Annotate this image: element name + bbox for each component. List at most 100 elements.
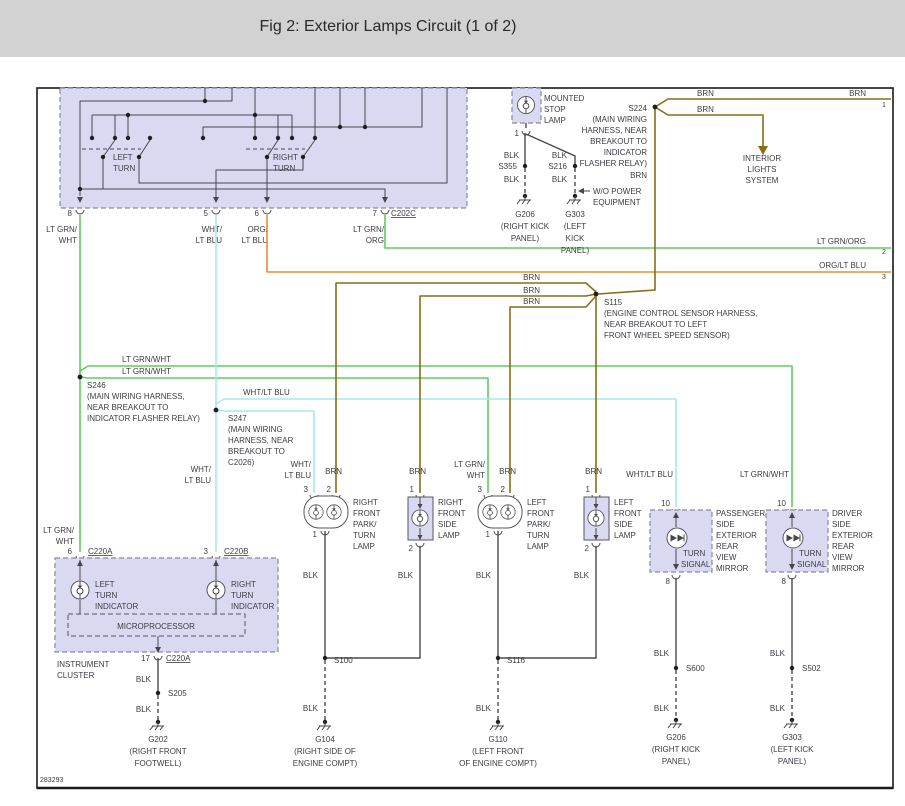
svg-text:S116: S116: [507, 656, 526, 665]
svg-text:OF ENGINE COMPT): OF ENGINE COMPT): [459, 759, 537, 768]
svg-text:ORG/: ORG/: [248, 225, 269, 234]
svg-text:BRN: BRN: [325, 467, 342, 476]
svg-text:EXTERIOR: EXTERIOR: [716, 531, 757, 540]
svg-text:BLK: BLK: [303, 571, 319, 580]
microprocessor-label: MICROPROCESSOR: [117, 622, 195, 631]
svg-text:HARNESS, NEAR: HARNESS, NEAR: [228, 436, 294, 445]
svg-text:S502: S502: [802, 664, 821, 673]
splice-s355-dot: [522, 163, 528, 169]
svg-text:LT GRN/WHT: LT GRN/WHT: [122, 355, 171, 364]
svg-text:BLK: BLK: [398, 571, 414, 580]
svg-text:SIDE: SIDE: [438, 520, 457, 529]
svg-text:BLK: BLK: [654, 704, 670, 713]
svg-text:1: 1: [586, 485, 591, 494]
wiring-diagram-page: Fig 2: Exterior Lamps Circuit (1 of 2) 2…: [0, 0, 905, 806]
svg-text:G202: G202: [148, 735, 168, 744]
svg-text:BRN: BRN: [585, 467, 602, 476]
svg-text:LAMP: LAMP: [527, 542, 549, 551]
svg-text:SIDE: SIDE: [832, 520, 851, 529]
edge-references: BRN BRN BRN 1 LT GRN/ORG 2 ORG/LT BLU 3: [697, 89, 886, 281]
svg-text:LAMP: LAMP: [353, 542, 375, 551]
svg-text:8: 8: [782, 577, 787, 586]
svg-text:TURN: TURN: [527, 531, 549, 540]
svg-text:WHT: WHT: [467, 471, 485, 480]
svg-text:STOP: STOP: [544, 105, 566, 114]
svg-text:2: 2: [409, 544, 414, 553]
svg-text:SIGNAL: SIGNAL: [681, 560, 711, 569]
svg-text:HARNESS, NEAR: HARNESS, NEAR: [582, 126, 648, 135]
svg-text:TURN: TURN: [95, 591, 117, 600]
svg-text:SIDE: SIDE: [614, 520, 633, 529]
svg-text:S246: S246: [87, 381, 106, 390]
svg-text:BLK: BLK: [136, 705, 152, 714]
svg-text:(MAIN WIRING HARNESS,: (MAIN WIRING HARNESS,: [87, 392, 185, 401]
svg-text:TURN: TURN: [683, 549, 705, 558]
edge-ref-3: 3: [882, 274, 886, 281]
svg-text:INDICATOR: INDICATOR: [604, 148, 647, 157]
pin-5: 5: [204, 209, 209, 218]
svg-text:BLK: BLK: [136, 675, 152, 684]
doc-number: 283293: [40, 777, 63, 784]
svg-text:INTERIOR: INTERIOR: [743, 154, 781, 163]
stop-lamp: MOUNTED STOP LAMP 1 BLK BLK S355 S216 BL…: [498, 87, 642, 255]
svg-text:LT GRN/: LT GRN/: [454, 460, 486, 469]
svg-text:(LEFT FRONT: (LEFT FRONT: [472, 747, 524, 756]
svg-text:VIEW: VIEW: [832, 553, 853, 562]
svg-text:3: 3: [304, 485, 309, 494]
svg-text:PANEL): PANEL): [778, 757, 807, 766]
svg-text:8: 8: [666, 577, 671, 586]
svg-text:S100: S100: [334, 656, 353, 665]
svg-text:FRONT: FRONT: [438, 509, 466, 518]
svg-text:BRN: BRN: [630, 171, 647, 180]
svg-text:BLK: BLK: [552, 151, 568, 160]
svg-text:LT GRN/: LT GRN/: [353, 225, 385, 234]
svg-text:PARK/: PARK/: [527, 520, 551, 529]
svg-text:17: 17: [141, 654, 150, 663]
pin-7: 7: [373, 209, 378, 218]
svg-text:BLK: BLK: [574, 571, 590, 580]
svg-text:WHT/LT BLU: WHT/LT BLU: [626, 470, 673, 479]
svg-text:(RIGHT KICK: (RIGHT KICK: [652, 745, 701, 754]
svg-text:C2026): C2026): [228, 458, 255, 467]
svg-text:FRONT: FRONT: [614, 509, 642, 518]
cluster-name: INSTRUMENT: [57, 660, 110, 669]
svg-text:BRN: BRN: [409, 467, 426, 476]
connector-c220a: C220A: [88, 547, 113, 556]
svg-text:BRN: BRN: [523, 273, 540, 282]
svg-text:KICK: KICK: [566, 234, 585, 243]
svg-text:INDICATOR: INDICATOR: [231, 602, 274, 611]
page-title: Fig 2: Exterior Lamps Circuit (1 of 2): [260, 18, 517, 35]
ground-symbol: [516, 193, 532, 205]
svg-text:6: 6: [68, 547, 73, 556]
svg-text:NEAR BREAKOUT TO LEFT: NEAR BREAKOUT TO LEFT: [604, 320, 707, 329]
svg-text:10: 10: [661, 499, 670, 508]
svg-text:LT GRN/WHT: LT GRN/WHT: [122, 367, 171, 376]
svg-text:VIEW: VIEW: [716, 553, 737, 562]
edge-wire-3: ORG/LT BLU: [819, 261, 866, 270]
svg-text:LAMP: LAMP: [544, 116, 566, 125]
svg-text:CLUSTER: CLUSTER: [57, 671, 95, 680]
svg-text:INDICATOR: INDICATOR: [95, 602, 138, 611]
svg-text:LEFT: LEFT: [95, 580, 115, 589]
splice-s247: WHT/LT BLU S247 (MAIN WIRING HARNESS, NE…: [185, 388, 294, 485]
svg-text:FRONT WHEEL SPEED SENSOR): FRONT WHEEL SPEED SENSOR): [604, 331, 730, 340]
svg-text:ENGINE COMPT): ENGINE COMPT): [293, 759, 358, 768]
svg-text:RIGHT: RIGHT: [353, 498, 378, 507]
svg-text:(ENGINE CONTROL SENSOR HARNESS: (ENGINE CONTROL SENSOR HARNESS,: [604, 309, 758, 318]
svg-text:REAR: REAR: [832, 542, 854, 551]
svg-text:WHT/: WHT/: [191, 465, 212, 474]
svg-text:LT BLU: LT BLU: [285, 471, 312, 480]
splice-s355: S355: [498, 162, 517, 171]
splice-s216: S216: [548, 162, 567, 171]
svg-text:BLK: BLK: [504, 175, 520, 184]
svg-text:(LEFT KICK: (LEFT KICK: [771, 745, 815, 754]
svg-text:LEFT: LEFT: [527, 498, 547, 507]
svg-text:S115: S115: [604, 298, 623, 307]
svg-text:BLK: BLK: [476, 704, 492, 713]
svg-text:PASSENGER: PASSENGER: [716, 509, 765, 518]
svg-text:2: 2: [327, 485, 332, 494]
splice-s224: S224 (MAIN WIRING HARNESS, NEAR BREAKOUT…: [580, 104, 658, 180]
stop-lamp-name: MOUNTED: [544, 94, 585, 103]
svg-text:BRN: BRN: [697, 89, 714, 98]
svg-text:3: 3: [204, 547, 209, 556]
